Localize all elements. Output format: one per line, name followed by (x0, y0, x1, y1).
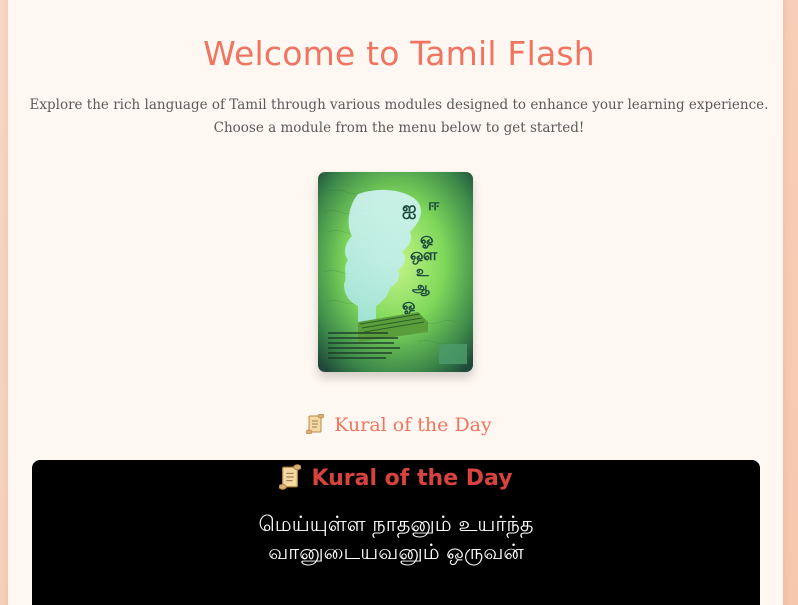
page-title: Welcome to Tamil Flash (203, 34, 595, 73)
svg-text:ஆ: ஆ (412, 280, 430, 296)
intro-line-2: Choose a module from the menu below to g… (213, 120, 585, 136)
scroll-icon (278, 464, 302, 490)
svg-text:ஔ: ஔ (410, 245, 438, 265)
kural-card-heading-label: Kural of the Day (311, 466, 513, 491)
kural-section-heading-label: Kural of the Day (334, 414, 492, 436)
svg-text:ஓ: ஓ (402, 295, 416, 315)
kural-card-heading: Kural of the Day (32, 464, 760, 491)
book-cover-image: ஐ ஈ ஓ ஔ உ ஆ ஓ (318, 172, 473, 372)
kural-text: மெய்யுள்ள நாதனும் உயர்ந்த வானுடையவனும் ஒ… (32, 510, 760, 566)
kural-line-2: வானுடையவனும் ஒருவன் (268, 540, 524, 564)
kural-section-heading: Kural of the Day (0, 413, 798, 436)
intro-line-1: Explore the rich language of Tamil throu… (29, 97, 769, 113)
svg-text:ஈ: ஈ (428, 195, 440, 214)
kural-line-1: மெய்யுள்ள நாதனும் உயர்ந்த (258, 512, 534, 536)
scroll-icon (305, 413, 325, 435)
intro-text: Explore the rich language of Tamil throu… (0, 94, 798, 140)
svg-text:உ: உ (416, 264, 429, 280)
kural-card: Kural of the Day மெய்யுள்ள நாதனும் உயர்ந… (32, 460, 760, 605)
tamil-letter-1: ஐ (402, 198, 416, 219)
